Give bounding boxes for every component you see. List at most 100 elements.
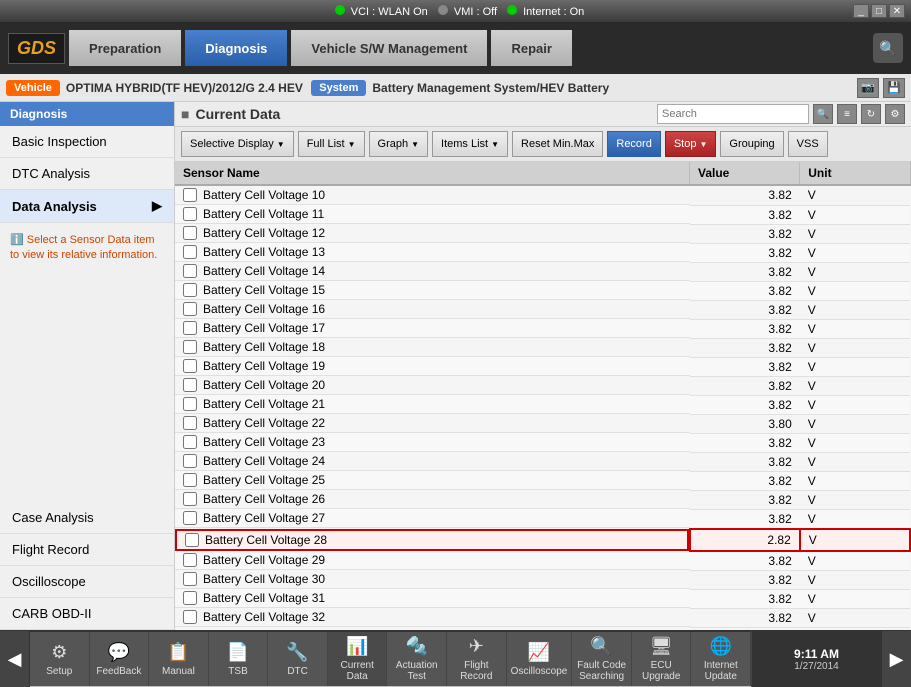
minimize-button[interactable]: _ xyxy=(853,4,869,18)
table-row[interactable]: Battery Cell Voltage 213.82V xyxy=(175,395,910,414)
row-checkbox[interactable] xyxy=(183,553,197,567)
row-checkbox[interactable] xyxy=(185,533,199,547)
row-checkbox[interactable] xyxy=(183,511,197,525)
table-row[interactable]: Battery Cell Voltage 223.80V xyxy=(175,414,910,433)
row-checkbox[interactable] xyxy=(183,188,197,202)
sensor-unit-cell: V xyxy=(800,433,910,452)
sidebar-item-carb-obd[interactable]: CARB OBD-II xyxy=(0,598,174,630)
row-checkbox[interactable] xyxy=(183,572,197,586)
table-row[interactable]: Battery Cell Voltage 103.82V xyxy=(175,185,910,205)
sensor-unit-cell: V xyxy=(800,529,910,551)
taskbar-dtc[interactable]: 🔧 DTC xyxy=(268,632,328,686)
table-row[interactable]: Battery Cell Voltage 263.82V xyxy=(175,490,910,509)
selective-display-button[interactable]: Selective Display ▼ xyxy=(181,131,294,157)
system-badge: System xyxy=(311,80,366,96)
table-row[interactable]: Battery Cell Voltage 243.82V xyxy=(175,452,910,471)
settings-button[interactable]: ⚙ xyxy=(885,104,905,124)
row-checkbox[interactable] xyxy=(183,340,197,354)
preparation-nav[interactable]: Preparation xyxy=(69,30,181,66)
table-row[interactable]: Battery Cell Voltage 163.82V xyxy=(175,300,910,319)
taskbar-tsb[interactable]: 📄 TSB xyxy=(209,632,269,686)
table-row[interactable]: Battery Cell Voltage 153.82V xyxy=(175,281,910,300)
sensor-name-cell: Battery Cell Voltage 29 xyxy=(203,553,325,567)
full-list-button[interactable]: Full List ▼ xyxy=(298,131,365,157)
vss-button[interactable]: VSS xyxy=(788,131,828,157)
table-row[interactable]: Battery Cell Voltage 183.82V xyxy=(175,338,910,357)
save-button[interactable]: 💾 xyxy=(883,78,905,98)
sidebar-item-basic-inspection[interactable]: Basic Inspection xyxy=(0,126,174,158)
vehicle-sw-nav[interactable]: Vehicle S/W Management xyxy=(291,30,487,66)
search-area: 🔍 ≡ ↻ ⚙ xyxy=(657,104,905,124)
row-checkbox[interactable] xyxy=(183,359,197,373)
sidebar-item-oscilloscope[interactable]: Oscilloscope xyxy=(0,566,174,598)
close-button[interactable]: ✕ xyxy=(889,4,905,18)
reset-min-max-button[interactable]: Reset Min.Max xyxy=(512,131,603,157)
table-row[interactable]: Battery Cell Voltage 282.82V xyxy=(175,529,910,551)
row-checkbox[interactable] xyxy=(183,245,197,259)
global-search-button[interactable]: 🔍 xyxy=(873,33,903,63)
taskbar-internet-update[interactable]: 🌐 Internet Update xyxy=(691,632,751,686)
table-row[interactable]: Battery Cell Voltage 293.82V xyxy=(175,551,910,571)
search-button[interactable]: 🔍 xyxy=(813,104,833,124)
table-row[interactable]: Battery Cell Voltage 133.82V xyxy=(175,243,910,262)
sidebar-item-flight-record[interactable]: Flight Record xyxy=(0,534,174,566)
sensor-name-cell: Battery Cell Voltage 22 xyxy=(203,416,325,430)
table-row[interactable]: Battery Cell Voltage 273.82V xyxy=(175,509,910,529)
row-checkbox[interactable] xyxy=(183,321,197,335)
taskbar-left-arrow[interactable]: ◀ xyxy=(0,631,30,687)
search-input[interactable] xyxy=(657,104,809,124)
row-checkbox[interactable] xyxy=(183,416,197,430)
taskbar-fault-code[interactable]: 🔍 Fault Code Searching xyxy=(572,632,632,686)
table-row[interactable]: Battery Cell Voltage 313.82V xyxy=(175,589,910,608)
row-checkbox[interactable] xyxy=(183,492,197,506)
restore-button[interactable]: □ xyxy=(871,4,887,18)
record-button[interactable]: Record xyxy=(607,131,660,157)
sensor-unit-cell: V xyxy=(800,471,910,490)
table-row[interactable]: Battery Cell Voltage 233.82V xyxy=(175,433,910,452)
taskbar-right-arrow[interactable]: ▶ xyxy=(881,631,911,687)
list-view-button[interactable]: ≡ xyxy=(837,104,857,124)
taskbar-flight-record[interactable]: ✈ Flight Record xyxy=(447,632,507,686)
sidebar-item-data-analysis[interactable]: Data Analysis ▶ xyxy=(0,190,174,223)
table-row[interactable]: Battery Cell Voltage 123.82V xyxy=(175,224,910,243)
row-checkbox[interactable] xyxy=(183,226,197,240)
taskbar-current-data[interactable]: 📊 Current Data xyxy=(328,632,388,686)
table-row[interactable]: Battery Cell Voltage 203.82V xyxy=(175,376,910,395)
table-row[interactable]: Battery Cell Voltage 113.82V xyxy=(175,205,910,224)
row-checkbox[interactable] xyxy=(183,473,197,487)
sensor-name-cell: Battery Cell Voltage 27 xyxy=(203,511,325,525)
table-row[interactable]: Battery Cell Voltage 303.82V xyxy=(175,570,910,589)
graph-button[interactable]: Graph ▼ xyxy=(369,131,429,157)
table-row[interactable]: Battery Cell Voltage 253.82V xyxy=(175,471,910,490)
row-checkbox[interactable] xyxy=(183,283,197,297)
taskbar-manual[interactable]: 📋 Manual xyxy=(149,632,209,686)
row-checkbox[interactable] xyxy=(183,264,197,278)
taskbar-ecu-upgrade[interactable]: 🖥 ECU Upgrade xyxy=(632,632,692,686)
repair-nav[interactable]: Repair xyxy=(491,30,571,66)
row-checkbox[interactable] xyxy=(183,435,197,449)
table-row[interactable]: Battery Cell Voltage 143.82V xyxy=(175,262,910,281)
taskbar-oscilloscope[interactable]: 📈 Oscilloscope xyxy=(507,632,573,686)
row-checkbox[interactable] xyxy=(183,454,197,468)
sidebar-item-dtc-analysis[interactable]: DTC Analysis xyxy=(0,158,174,190)
row-checkbox[interactable] xyxy=(183,610,197,624)
sensor-name-cell: Battery Cell Voltage 25 xyxy=(203,473,325,487)
table-row[interactable]: Battery Cell Voltage 193.82V xyxy=(175,357,910,376)
stop-button[interactable]: Stop ▼ xyxy=(665,131,717,157)
table-row[interactable]: Battery Cell Voltage 173.82V xyxy=(175,319,910,338)
taskbar-setup[interactable]: ⚙ Setup xyxy=(30,632,90,686)
row-checkbox[interactable] xyxy=(183,302,197,316)
refresh-button[interactable]: ↻ xyxy=(861,104,881,124)
camera-button[interactable]: 📷 xyxy=(857,78,879,98)
sidebar-item-case-analysis[interactable]: Case Analysis xyxy=(0,502,174,534)
items-list-button[interactable]: Items List ▼ xyxy=(432,131,508,157)
row-checkbox[interactable] xyxy=(183,207,197,221)
taskbar-actuation[interactable]: 🔩 Actuation Test xyxy=(387,632,447,686)
table-row[interactable]: Battery Cell Voltage 323.82V xyxy=(175,608,910,627)
row-checkbox[interactable] xyxy=(183,397,197,411)
row-checkbox[interactable] xyxy=(183,378,197,392)
diagnosis-nav[interactable]: Diagnosis xyxy=(185,30,287,66)
row-checkbox[interactable] xyxy=(183,591,197,605)
grouping-button[interactable]: Grouping xyxy=(720,131,783,157)
taskbar-feedback[interactable]: 💬 FeedBack xyxy=(90,632,150,686)
